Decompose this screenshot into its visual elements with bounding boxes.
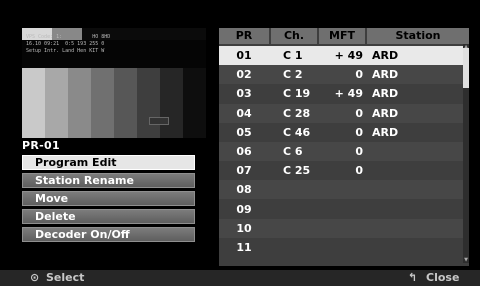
color-bar	[91, 68, 115, 138]
cell-station	[372, 200, 452, 219]
cell-mft	[321, 200, 363, 219]
preview-overlay-line3: Setup Intr. Land Hen KIT W	[26, 48, 105, 54]
color-bar	[45, 68, 69, 138]
color-bar	[160, 68, 184, 138]
cell-mft: + 49	[334, 87, 363, 101]
cell-pr: 02	[236, 68, 252, 82]
cell-ch: C 46	[283, 125, 311, 139]
menu-item-decoder-on-off[interactable]: Decoder On/Off	[22, 227, 195, 242]
cell-pr: 08	[236, 183, 252, 197]
scroll-thumb[interactable]	[463, 48, 469, 88]
cell-station: ARD	[372, 125, 399, 139]
cell-ch	[283, 238, 323, 257]
menu-item-program-edit[interactable]: Program Edit	[22, 155, 195, 170]
cell-mft: 0	[355, 106, 363, 120]
cell-station	[372, 238, 452, 257]
scroll-down-icon[interactable]: ▼	[463, 257, 469, 263]
current-program-label: PR-01	[22, 139, 60, 152]
table-row[interactable]: 07 C 25 0	[219, 161, 463, 180]
cell-station	[372, 142, 452, 161]
cell-pr: 01	[236, 49, 252, 62]
menu-item-station-rename[interactable]: Station Rename	[22, 173, 195, 188]
cell-station: ARD	[372, 68, 399, 82]
cell-mft: + 49	[334, 49, 363, 62]
header-ch: Ch.	[271, 28, 317, 44]
cell-pr: 04	[236, 106, 252, 120]
table-row[interactable]: 10	[219, 218, 463, 238]
preview-overlay-line1: VPS Code: 1: HO 8HD	[26, 34, 111, 40]
program-table: PR Ch. MFT Station 01 C 1 + 49 ARD 02 C 2 0 ARD…	[219, 28, 469, 266]
cell-pr: 06	[236, 145, 252, 158]
cell-ch: C 28	[283, 106, 311, 120]
cell-ch: C 2	[283, 68, 303, 82]
cell-mft: 0	[355, 164, 363, 178]
cell-station	[372, 180, 452, 199]
cell-pr: 05	[236, 125, 252, 139]
cell-ch: C 25	[283, 164, 311, 178]
table-row[interactable]: 01 C 1 + 49 ARD	[219, 46, 463, 65]
color-bar	[114, 68, 138, 138]
return-arrow-icon: ↰	[408, 271, 418, 284]
cell-pr: 03	[236, 87, 252, 101]
cell-mft	[321, 180, 363, 199]
header-station: Station	[367, 28, 469, 44]
table-row[interactable]: 06 C 6 0	[219, 142, 463, 161]
cell-station: ARD	[372, 106, 399, 120]
preview-marker	[149, 117, 169, 125]
table-row[interactable]: 03 C 19 + 49 ARD	[219, 84, 463, 103]
cell-pr: 09	[236, 202, 252, 216]
program-edit-screen: VPS Code: 1: HO 8HD 16.10 09:21 0:5 193 …	[0, 0, 480, 286]
color-bar	[137, 68, 161, 138]
cell-station: ARD	[372, 87, 399, 101]
table-row[interactable]: 11	[219, 238, 463, 257]
menu-item-delete[interactable]: Delete	[22, 209, 195, 224]
select-button-icon: ⊙	[30, 271, 40, 284]
cell-mft: 0	[355, 125, 363, 139]
cell-ch: C 1	[283, 49, 303, 62]
table-row[interactable]: 05 C 46 0 ARD	[219, 123, 463, 142]
cell-station	[372, 219, 452, 238]
tv-preview-window: VPS Code: 1: HO 8HD 16.10 09:21 0:5 193 …	[22, 28, 206, 138]
table-row[interactable]: 04 C 28 0 ARD	[219, 103, 463, 123]
menu-item-move[interactable]: Move	[22, 191, 195, 206]
header-mft: MFT	[319, 28, 365, 44]
table-row[interactable]: 08	[219, 180, 463, 200]
select-hint: Select	[46, 271, 85, 284]
cell-mft: 0	[355, 145, 363, 158]
cell-ch: C 19	[283, 87, 311, 101]
table-scrollbar[interactable]: ▲ ▼	[463, 44, 469, 263]
color-bar	[68, 68, 92, 138]
cell-ch	[283, 219, 323, 238]
cell-ch	[283, 200, 323, 219]
cell-station: ARD	[372, 49, 399, 62]
preview-overlay-line2: 16.10 09:21 0:5 193 255 0	[26, 41, 105, 47]
cell-station	[372, 161, 452, 180]
table-row[interactable]: 09	[219, 200, 463, 219]
cell-pr: 10	[236, 221, 252, 235]
color-bar	[183, 68, 206, 138]
footer-bar: ⊙ Select ↰ Close	[0, 270, 480, 286]
cell-mft	[321, 219, 363, 238]
cell-ch	[283, 180, 323, 199]
cell-ch: C 6	[283, 145, 303, 158]
cell-pr: 07	[236, 164, 252, 178]
cell-mft	[321, 238, 363, 257]
table-row[interactable]: 02 C 2 0 ARD	[219, 65, 463, 85]
color-bar	[22, 68, 46, 138]
close-hint: Close	[426, 271, 460, 284]
cell-pr: 11	[236, 241, 252, 254]
cell-mft: 0	[355, 68, 363, 82]
header-pr: PR	[219, 28, 269, 44]
